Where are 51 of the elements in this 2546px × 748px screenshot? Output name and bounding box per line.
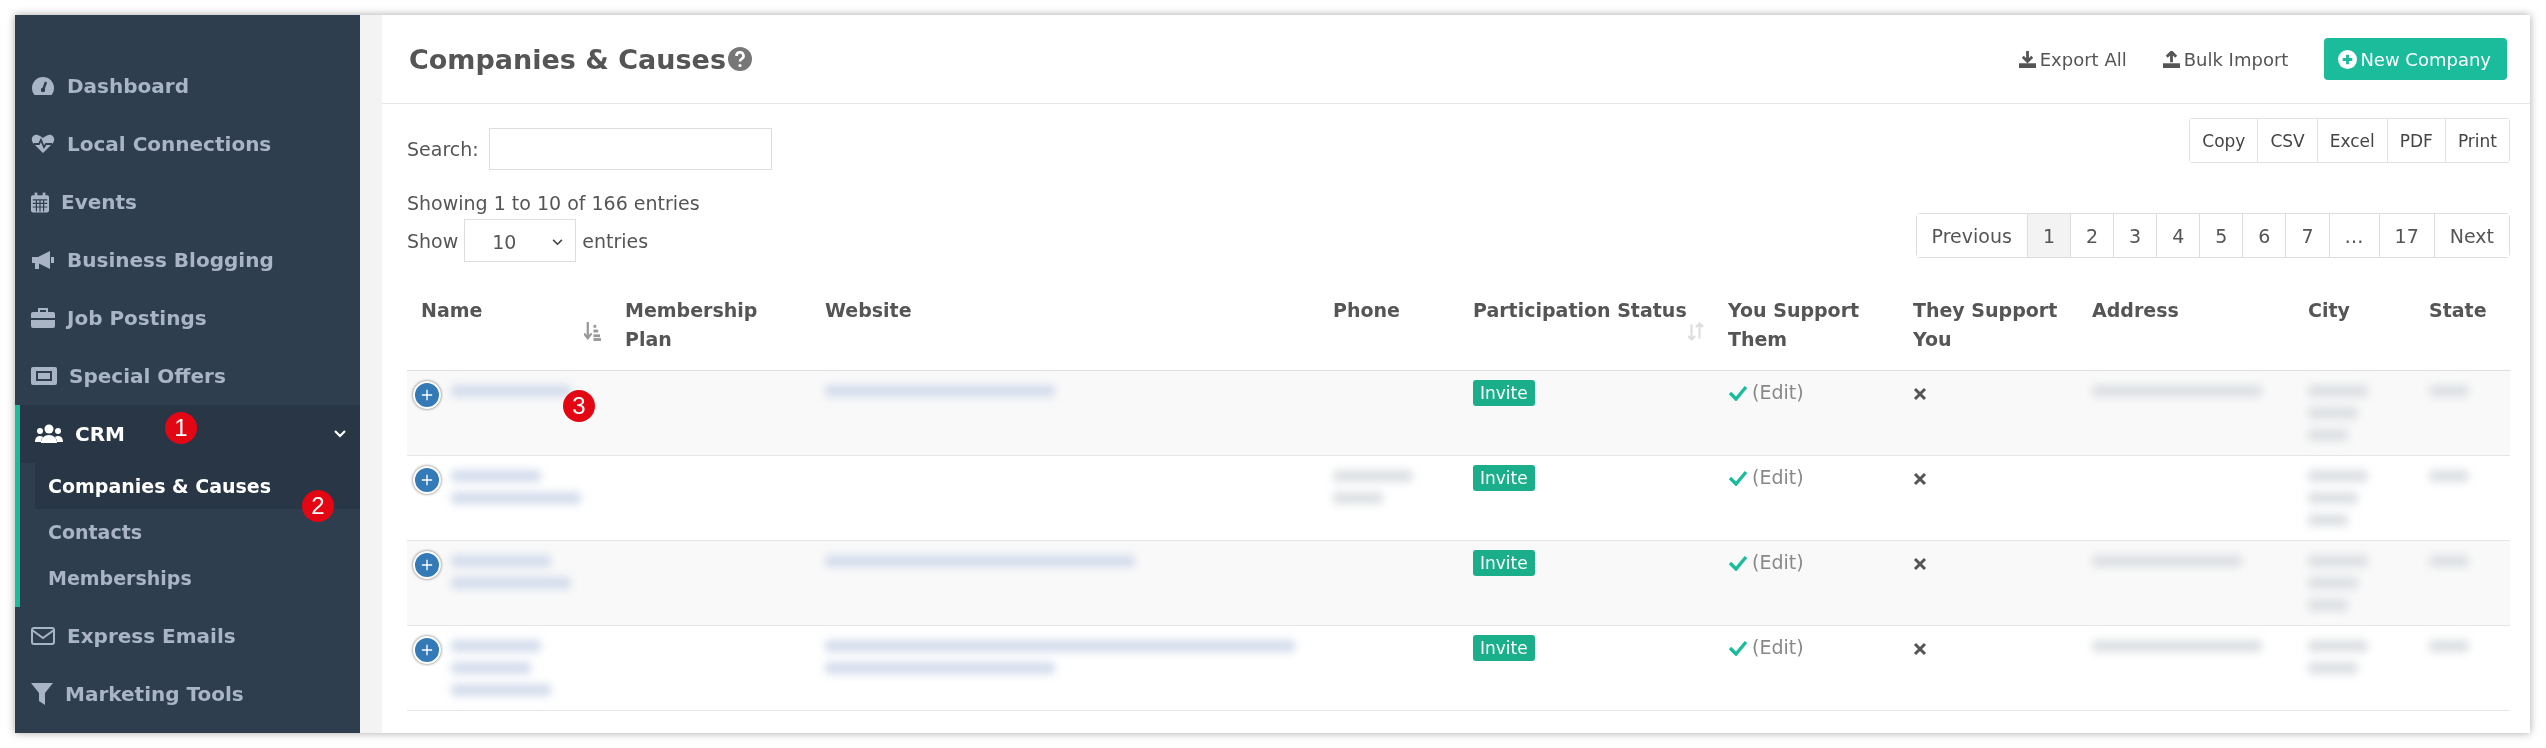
filter-icon (31, 683, 53, 705)
next-button[interactable]: Next (2433, 214, 2509, 257)
sidebar-item[interactable]: Dashboard (15, 57, 360, 115)
edit-link[interactable]: (Edit) (1752, 466, 1804, 488)
blurred-text (2429, 470, 2469, 482)
sidebar-item[interactable]: Special Offers (15, 347, 360, 405)
entries-label: entries (582, 229, 649, 252)
help-icon[interactable] (727, 47, 752, 71)
expand-row-icon[interactable] (413, 466, 441, 494)
sidebar-item[interactable]: Express Emails (15, 607, 360, 665)
gauge-icon (31, 76, 55, 96)
sidebar-item[interactable]: Events (15, 173, 360, 231)
blurred-text (2308, 640, 2368, 652)
blurred-text (2429, 640, 2469, 652)
users-icon (35, 424, 63, 444)
chevron-down-icon (334, 430, 346, 438)
sort-icon[interactable] (584, 322, 601, 341)
upload-icon (2162, 50, 2180, 68)
expand-row-icon[interactable] (413, 551, 441, 579)
export-button[interactable]: Export All (2018, 48, 2127, 70)
caret-icon (552, 238, 564, 246)
expand-row-icon[interactable] (413, 381, 441, 409)
briefcase-icon (31, 308, 55, 328)
sidebar-item[interactable]: Job Postings (15, 289, 360, 347)
import-button[interactable]: Bulk Import (2162, 48, 2289, 70)
sidebar-subitem[interactable]: Memberships (35, 555, 360, 601)
edit-link[interactable]: (Edit) (1752, 636, 1804, 658)
search-field[interactable] (488, 128, 772, 170)
search-label: Search: (407, 138, 479, 160)
export-format-button[interactable]: Print (2444, 119, 2509, 162)
sidebar-item[interactable]: Local Connections (15, 115, 360, 173)
expand-row-icon[interactable] (413, 636, 441, 664)
blurred-text (1333, 492, 1383, 504)
megaphone-icon (31, 250, 55, 270)
page-title: Companies & Causes (409, 43, 726, 75)
blurred-text (2308, 662, 2358, 674)
calendar-icon (31, 191, 49, 213)
blurred-text (2308, 492, 2358, 504)
envelope-icon (31, 627, 55, 645)
ticket-icon (31, 367, 57, 385)
plus-circle-icon (2338, 49, 2358, 69)
page-length-select[interactable]: 10 (464, 219, 577, 262)
blurred-text (2308, 514, 2348, 526)
heartbeat-icon (31, 134, 55, 154)
show-label: Show (407, 229, 459, 252)
download-icon (2018, 50, 2036, 68)
sidebar-item[interactable]: Business Blogging (15, 231, 360, 289)
sidebar-item[interactable]: Marketing Tools (15, 665, 360, 723)
page-button[interactable]: 1 (2026, 214, 2070, 257)
entries-info: Showing 1 to 10 of 166 entries (407, 192, 700, 214)
blurred-text (2308, 470, 2368, 482)
